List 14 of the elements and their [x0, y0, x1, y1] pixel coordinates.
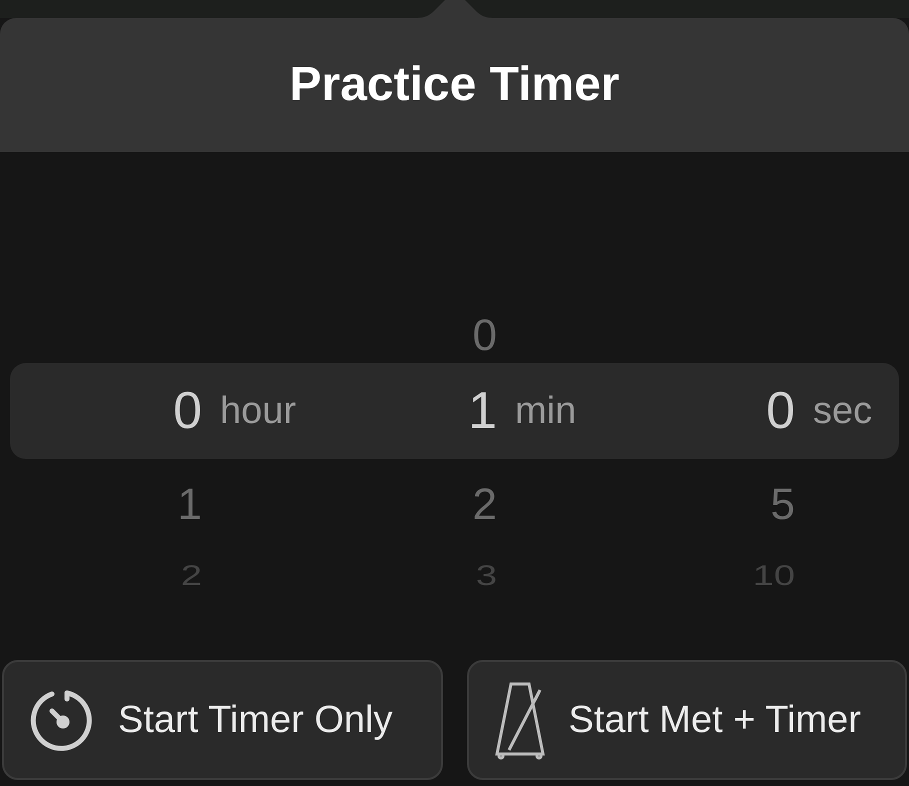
unit-label: hour [220, 390, 296, 432]
picker-value[interactable]: 1 [468, 385, 497, 437]
unit-label: min [515, 390, 576, 432]
metronome-icon [494, 680, 546, 760]
start-button[interactable]: Start Met + Timer [466, 660, 907, 780]
picker-value[interactable]: 5 [770, 483, 795, 527]
picker-value[interactable]: 1 [178, 483, 202, 527]
picker-value[interactable]: 0 [173, 385, 202, 437]
picker-value[interactable]: 2 [472, 483, 497, 527]
start-button[interactable]: Start Timer Only [2, 660, 442, 780]
picker-value[interactable]: 0 [472, 314, 497, 358]
dialog-title: Practice Timer [290, 57, 620, 113]
unit-label: sec [813, 390, 872, 432]
picker-value[interactable]: 0 [766, 385, 795, 437]
